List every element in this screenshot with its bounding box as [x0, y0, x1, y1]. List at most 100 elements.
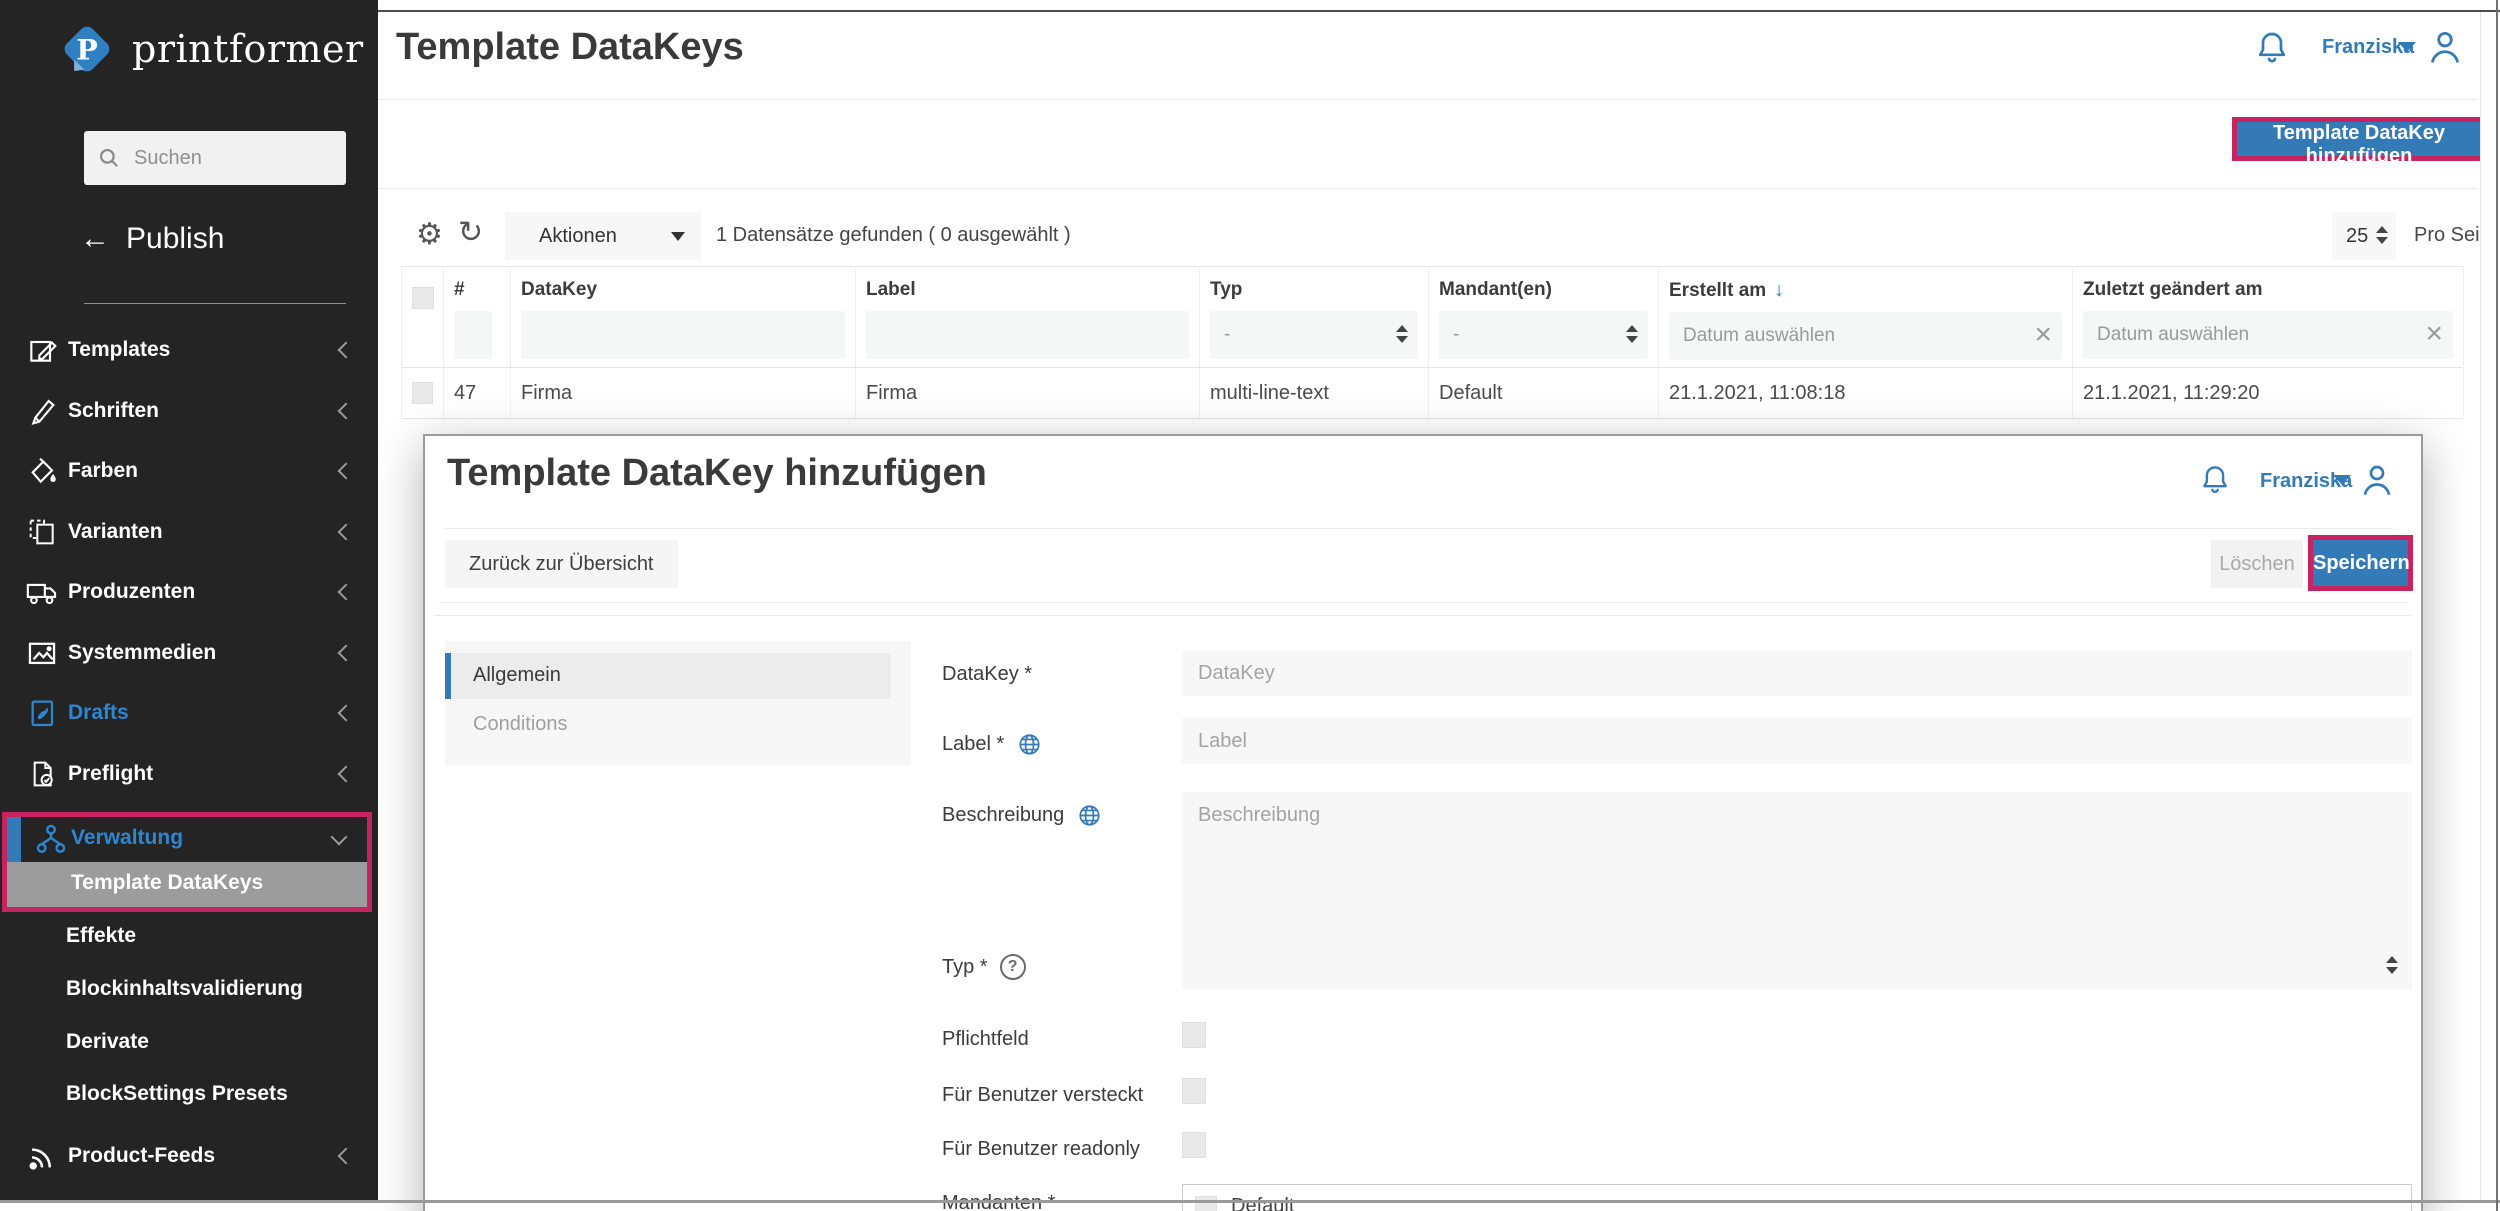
notifications-bell-icon[interactable]: [2252, 28, 2292, 68]
column-datakey[interactable]: DataKey: [511, 267, 856, 367]
arrow-left-icon: ←: [80, 222, 110, 256]
verwaltung-highlight-frame: Verwaltung Template DataKeys: [2, 812, 372, 912]
actions-dropdown[interactable]: Aktionen: [505, 212, 701, 260]
label-filter: [866, 311, 1189, 359]
clear-date-icon[interactable]: ×: [2034, 318, 2052, 352]
nav-tab-conditions[interactable]: Conditions: [445, 705, 891, 745]
mandant-option-default[interactable]: Default: [1195, 1195, 1294, 1211]
copy-pages-icon: [24, 514, 60, 550]
select-arrows-icon: [2376, 226, 2388, 244]
row-datakey: Firma: [511, 368, 856, 418]
erstellt-date-input[interactable]: [1683, 325, 2048, 347]
select-arrows-icon: [2386, 956, 2398, 974]
window-bottom-edge: [0, 1200, 2500, 1203]
sidebar-item-farben[interactable]: Farben: [0, 443, 378, 499]
refresh-icon[interactable]: ↻: [458, 218, 483, 248]
window-top-edge: [378, 10, 2500, 12]
help-question-icon[interactable]: ?: [1000, 954, 1026, 980]
sidebar-item-systemmedien[interactable]: Systemmedien: [0, 625, 378, 681]
readonly-label: Für Benutzer readonly: [942, 1138, 1140, 1161]
geaendert-date-input[interactable]: [2097, 324, 2439, 346]
sidebar-item-preflight[interactable]: Preflight: [0, 746, 378, 802]
back-to-publish[interactable]: ← Publish: [80, 222, 224, 256]
column-erstellt-am[interactable]: Erstellt am↓ ×: [1659, 267, 2073, 367]
typ-select[interactable]: [1182, 942, 2412, 990]
notifications-bell-icon[interactable]: [2197, 462, 2233, 498]
org-chart-icon: [33, 821, 69, 857]
globe-translate-icon[interactable]: [1076, 802, 1103, 829]
label-input[interactable]: [1182, 718, 2412, 764]
user-caret-down-icon[interactable]: [2333, 475, 2351, 485]
typ-filter-select[interactable]: -: [1210, 311, 1418, 359]
column-mandanten[interactable]: Mandant(en) -: [1429, 267, 1659, 367]
user-caret-down-icon[interactable]: [2398, 42, 2416, 52]
modal-header-divider: [445, 528, 2393, 529]
sidebar-subitem-effekte[interactable]: Effekte: [0, 913, 378, 961]
globe-translate-icon[interactable]: [1016, 731, 1043, 758]
datakeys-table: # DataKey Label Typ -: [401, 266, 2463, 419]
user-avatar-icon[interactable]: [2357, 460, 2397, 500]
modal-divider: [439, 602, 2407, 603]
modal-divider: [435, 615, 2411, 616]
sidebar-divider: [84, 303, 346, 304]
chevron-left-icon: [338, 463, 355, 480]
clear-date-icon[interactable]: ×: [2425, 317, 2443, 351]
add-button-highlight-frame: Template DataKey hinzufügen: [2232, 117, 2486, 161]
sidebar-subitem-derivate[interactable]: Derivate: [0, 1019, 378, 1067]
page-scrollbar-track[interactable]: [2480, 12, 2496, 1200]
sidebar-subitem-blockinhaltsvalidierung[interactable]: Blockinhaltsvalidierung: [0, 966, 378, 1014]
chevron-left-icon: [338, 524, 355, 541]
mandant-checkbox[interactable]: [1195, 1196, 1217, 1211]
logo[interactable]: P printformer: [56, 18, 364, 80]
window-right-edge: [2496, 0, 2498, 1211]
select-all-checkbox[interactable]: [412, 287, 434, 309]
versteckt-checkbox[interactable]: [1182, 1078, 1206, 1104]
sidebar-subitem-blocksettings-presets[interactable]: BlockSettings Presets: [0, 1071, 378, 1119]
mandanten-list: Default: [1182, 1184, 2412, 1211]
sidebar-item-drafts[interactable]: Drafts: [0, 685, 378, 741]
column-typ[interactable]: Typ -: [1200, 267, 1429, 367]
datakey-input[interactable]: [1182, 650, 2412, 696]
save-button-highlight-frame: Speichern: [2308, 535, 2413, 591]
chevron-left-icon: [338, 766, 355, 783]
sidebar-item-varianten[interactable]: Varianten: [0, 504, 378, 560]
add-template-datakey-button[interactable]: Template DataKey hinzufügen: [2237, 122, 2481, 156]
page-size-select[interactable]: 25: [2332, 212, 2396, 260]
id-filter-input[interactable]: [454, 311, 492, 359]
column-geaendert-am[interactable]: Zuletzt geändert am ×: [2073, 267, 2464, 367]
readonly-checkbox[interactable]: [1182, 1132, 1206, 1158]
active-indicator-bar: [7, 817, 21, 862]
search-input[interactable]: [134, 147, 314, 170]
add-datakey-modal: Template DataKey hinzufügen Franziska Zu…: [423, 434, 2423, 1211]
row-checkbox[interactable]: [412, 382, 433, 404]
mandant-filter-select[interactable]: -: [1439, 311, 1648, 359]
page-title: Template DataKeys: [396, 26, 744, 69]
datakey-filter-input[interactable]: [535, 324, 831, 346]
active-indicator-bar: [445, 653, 451, 699]
chevron-left-icon: [338, 705, 355, 722]
sidebar-item-product-feeds[interactable]: Product-Feeds: [0, 1128, 378, 1184]
settings-gear-icon[interactable]: ⚙: [416, 220, 443, 250]
sidebar-subitem-template-datakeys[interactable]: Template DataKeys: [7, 862, 367, 907]
logo-wordmark: printformer: [132, 27, 364, 71]
nav-tab-allgemein[interactable]: Allgemein: [445, 653, 891, 699]
pflichtfeld-label: Pflichtfeld: [942, 1028, 1029, 1051]
back-to-overview-button[interactable]: Zurück zur Übersicht: [445, 540, 678, 588]
chevron-down-icon: [331, 829, 348, 846]
select-arrows-icon: [1626, 325, 1638, 343]
column-id[interactable]: #: [444, 267, 511, 367]
pflichtfeld-checkbox[interactable]: [1182, 1022, 1206, 1048]
row-geaendert-am: 21.1.2021, 11:29:20: [2073, 368, 2464, 418]
image-icon: [24, 635, 60, 671]
sidebar-search: [84, 131, 346, 185]
table-row[interactable]: 47 Firma Firma multi-line-text Default 2…: [402, 367, 2463, 419]
sidebar-item-produzenten[interactable]: Produzenten: [0, 564, 378, 620]
save-button[interactable]: Speichern: [2313, 540, 2408, 586]
sidebar-item-schriften[interactable]: Schriften: [0, 383, 378, 439]
column-label[interactable]: Label: [856, 267, 1200, 367]
label-filter-input[interactable]: [880, 324, 1175, 346]
delete-button[interactable]: Löschen: [2211, 540, 2303, 588]
sidebar-item-verwaltung[interactable]: Verwaltung: [7, 817, 367, 862]
sidebar-item-templates[interactable]: Templates: [0, 322, 378, 378]
user-avatar-icon[interactable]: [2424, 26, 2466, 68]
